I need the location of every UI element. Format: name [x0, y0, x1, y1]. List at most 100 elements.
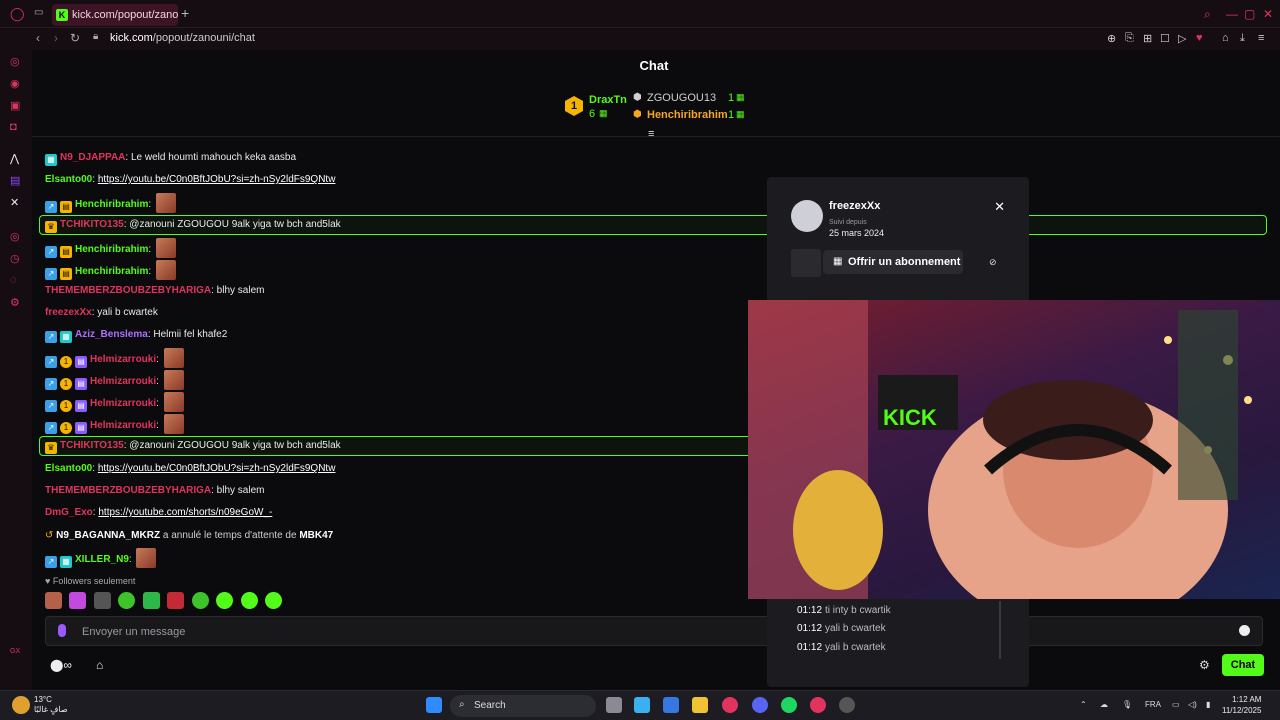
- weather-widget[interactable]: 13°C صافٍ غالبًا: [34, 695, 68, 715]
- message-username[interactable]: Helmizarrouki: [90, 354, 156, 365]
- send-chat-button[interactable]: Chat: [1222, 654, 1264, 676]
- opera-logo-icon[interactable]: ◯: [10, 6, 25, 22]
- instagram-icon[interactable]: ◘: [10, 121, 17, 133]
- minimize-icon[interactable]: —: [1226, 7, 1238, 21]
- card-username[interactable]: freezexXx: [829, 200, 880, 212]
- skull-emote-icon[interactable]: [191, 592, 209, 610]
- message-username[interactable]: Henchiribrahim: [75, 266, 148, 277]
- avatar[interactable]: [791, 200, 823, 232]
- search-tabs-icon[interactable]: ⌕: [1204, 7, 1211, 22]
- emoji-icon[interactable]: [1239, 625, 1250, 636]
- green-emote-icon[interactable]: [118, 592, 136, 610]
- clock[interactable]: 1:12 AM 11/12/2025: [1222, 694, 1261, 716]
- forward-icon[interactable]: ›: [54, 31, 58, 45]
- back-icon[interactable]: ‹: [36, 31, 40, 45]
- app-icon[interactable]: [810, 697, 826, 713]
- volume-icon[interactable]: ◁): [1188, 700, 1197, 709]
- video-player[interactable]: KICK: [748, 300, 1280, 599]
- message-username[interactable]: Henchiribrahim: [75, 244, 148, 255]
- message-username[interactable]: Helmizarrouki: [90, 398, 156, 409]
- history-icon[interactable]: ◷: [10, 252, 20, 265]
- messenger-icon[interactable]: ◉: [10, 77, 20, 90]
- close-window-icon[interactable]: ✕: [1263, 7, 1273, 21]
- face-emote-icon[interactable]: [45, 592, 62, 610]
- points-icon[interactable]: ⬤∞: [50, 658, 72, 672]
- angry-emote-icon[interactable]: [167, 592, 185, 610]
- account-icon[interactable]: ⌂: [1222, 32, 1229, 44]
- message-link[interactable]: https://youtube.com/shorts/n09eGoW_-: [98, 507, 272, 518]
- message-username[interactable]: THEMEMBERZBOUBZEBYHARIGA: [45, 485, 211, 496]
- message-username[interactable]: Aziz_Benslema: [75, 329, 148, 340]
- network-icon[interactable]: ▭: [1172, 700, 1180, 709]
- message-username[interactable]: TCHIKITO135: [60, 440, 124, 451]
- app-icon[interactable]: ⋀: [10, 152, 19, 165]
- tab-kick[interactable]: K kick.com/popout/zanouni: [52, 4, 178, 26]
- message-username[interactable]: XILLER_N9: [75, 554, 129, 565]
- message-username[interactable]: N9_DJAPPAA: [60, 152, 125, 163]
- settings-icon[interactable]: ⚙: [10, 296, 20, 309]
- store-app-icon[interactable]: [663, 697, 679, 713]
- message-link[interactable]: https://youtu.be/C0n0BftJObU?si=zh-nSy2l…: [98, 174, 336, 185]
- store-icon[interactable]: ⌂: [96, 658, 103, 672]
- bookmark-icon[interactable]: ☐: [1160, 32, 1170, 45]
- message-link[interactable]: https://youtu.be/C0n0BftJObU?si=zh-nSy2l…: [98, 463, 336, 474]
- player-icon[interactable]: ◎: [10, 230, 20, 243]
- file-explorer-icon[interactable]: [692, 697, 708, 713]
- chat-app-icon[interactable]: ▣: [10, 99, 20, 112]
- maximize-icon[interactable]: ▢: [1244, 7, 1255, 21]
- system-target[interactable]: MBK47: [299, 530, 333, 541]
- aria-icon[interactable]: ◎: [10, 55, 20, 68]
- windows-start-icon[interactable]: [426, 697, 442, 713]
- leaderboard-name[interactable]: Henchiribrahim: [647, 109, 728, 121]
- message-username[interactable]: freezexXx: [45, 307, 92, 318]
- message-username[interactable]: Henchiribrahim: [75, 199, 148, 210]
- menu-icon[interactable]: ≡: [1258, 32, 1264, 44]
- new-tab-button[interactable]: +: [181, 5, 189, 21]
- mic-icon[interactable]: [58, 624, 66, 637]
- blob-emote-icon[interactable]: [216, 592, 234, 610]
- spotify-icon[interactable]: [781, 697, 797, 713]
- download-icon[interactable]: ⤓: [1240, 32, 1245, 45]
- crypto-icon[interactable]: ◌: [10, 274, 17, 286]
- mute-icon[interactable]: ⊘: [989, 257, 997, 268]
- purple-emote-icon[interactable]: [69, 592, 87, 610]
- snapshot-icon[interactable]: ⎘: [1125, 32, 1134, 45]
- message-username[interactable]: TCHIKITO135: [60, 219, 124, 230]
- extensions-icon[interactable]: ⊞: [1143, 32, 1152, 45]
- weather-icon[interactable]: [12, 696, 30, 714]
- system-actor[interactable]: N9_BAGANNA_MKRZ: [56, 530, 160, 541]
- taskbar-search[interactable]: ⌕ Search: [450, 695, 596, 717]
- message-username[interactable]: DmG_Exo: [45, 507, 93, 518]
- message-username[interactable]: THEMEMBERZBOUBZEBYHARIGA: [45, 285, 211, 296]
- opera-gx-icon[interactable]: [722, 697, 738, 713]
- message-username[interactable]: Elsanto00: [45, 463, 92, 474]
- x-icon[interactable]: ✕: [10, 196, 19, 209]
- cup-emote-icon[interactable]: [142, 592, 160, 610]
- copilot-icon[interactable]: [634, 697, 650, 713]
- leaderboard-name[interactable]: ZGOUGOU13: [647, 92, 716, 104]
- app-icon[interactable]: [839, 697, 855, 713]
- play-icon[interactable]: ▷: [1178, 32, 1186, 45]
- twitch-icon[interactable]: ▤: [10, 174, 20, 187]
- reload-icon[interactable]: ↻: [70, 31, 80, 45]
- tab-switcher-icon[interactable]: ▭: [34, 7, 43, 18]
- card-action-button[interactable]: [791, 249, 821, 277]
- message-username[interactable]: Elsanto00: [45, 174, 92, 185]
- heart-icon[interactable]: ♥: [1196, 32, 1203, 44]
- hat-emote-icon[interactable]: [93, 592, 111, 610]
- language-label[interactable]: FRA: [1145, 700, 1161, 709]
- zoom-icon[interactable]: ⊕: [1107, 32, 1116, 45]
- mic-tray-icon[interactable]: 🎙︎: [1122, 700, 1132, 709]
- leaderboard-name[interactable]: DraxTn: [589, 94, 627, 106]
- expand-leaderboard-icon[interactable]: ≡: [648, 128, 654, 140]
- url-field[interactable]: kick.com/popout/zanouni/chat: [110, 32, 255, 44]
- onedrive-icon[interactable]: ☁: [1100, 700, 1108, 709]
- close-icon[interactable]: ✕: [994, 199, 1005, 215]
- message-username[interactable]: Helmizarrouki: [90, 376, 156, 387]
- gift-subscription-button[interactable]: Offrir un abonnement: [823, 250, 963, 274]
- blob-emote-icon[interactable]: [240, 592, 258, 610]
- battery-icon[interactable]: ▮: [1206, 700, 1210, 709]
- blob-emote-icon[interactable]: [265, 592, 283, 610]
- chat-settings-icon[interactable]: ⚙: [1199, 658, 1210, 672]
- task-view-icon[interactable]: [606, 697, 622, 713]
